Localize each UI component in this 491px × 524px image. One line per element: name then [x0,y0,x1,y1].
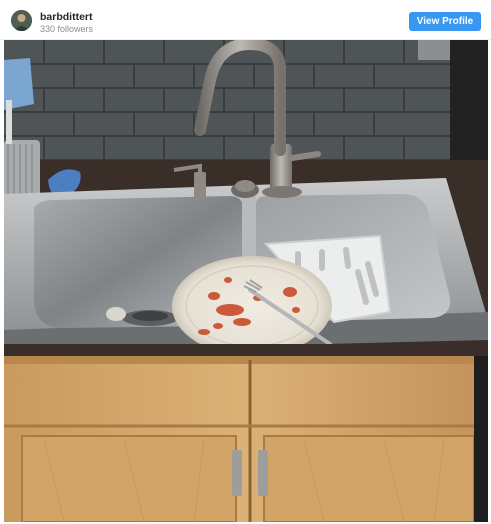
post-photo[interactable] [4,40,488,522]
kitchen-sink-image [4,40,488,522]
post-header: barbdittert 330 followers View Profile [0,0,491,40]
avatar[interactable] [11,10,32,31]
instagram-embed-card: barbdittert 330 followers View Profile [0,0,491,524]
username[interactable]: barbdittert [40,11,93,23]
view-profile-button[interactable]: View Profile [409,12,481,31]
follower-count: 330 followers [40,24,94,34]
avatar-image [11,10,32,31]
